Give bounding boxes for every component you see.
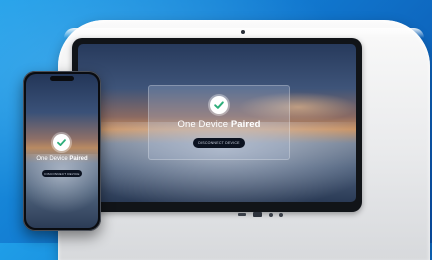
usb-port-icon xyxy=(253,212,262,217)
pairing-title: One Device Paired xyxy=(149,119,289,130)
phone-pairing-title-bold: Paired xyxy=(69,156,88,162)
phone-pairing-title: One Device Paired xyxy=(26,156,98,162)
phone-screen: One Device Paired DISCONNECT DEVICE xyxy=(26,74,98,228)
camera-icon xyxy=(241,30,245,34)
disconnect-button-label: DISCONNECT DEVICE xyxy=(198,141,240,145)
pairing-title-prefix: One Device xyxy=(177,119,231,130)
phone-disconnect-button-label: DISCONNECT DEVICE xyxy=(44,171,80,176)
disconnect-device-button[interactable]: DISCONNECT DEVICE xyxy=(193,138,245,148)
phone-pairing-title-prefix: One Device xyxy=(36,156,70,162)
phone-disconnect-device-button[interactable]: DISCONNECT DEVICE xyxy=(42,170,82,177)
phone-device: One Device Paired DISCONNECT DEVICE xyxy=(23,71,101,231)
check-circle-icon xyxy=(210,96,228,114)
check-circle-icon xyxy=(53,134,70,151)
seatback-ports xyxy=(236,210,296,220)
indicator-dot-icon xyxy=(269,213,273,217)
pairing-status-card: One Device Paired DISCONNECT DEVICE xyxy=(148,85,290,160)
check-mark-icon xyxy=(214,101,224,109)
headphone-jack-icon xyxy=(238,213,246,216)
phone-notch xyxy=(50,76,74,81)
check-mark-icon xyxy=(57,139,66,146)
indicator-dot-icon xyxy=(279,213,283,217)
pairing-title-bold: Paired xyxy=(230,119,261,130)
